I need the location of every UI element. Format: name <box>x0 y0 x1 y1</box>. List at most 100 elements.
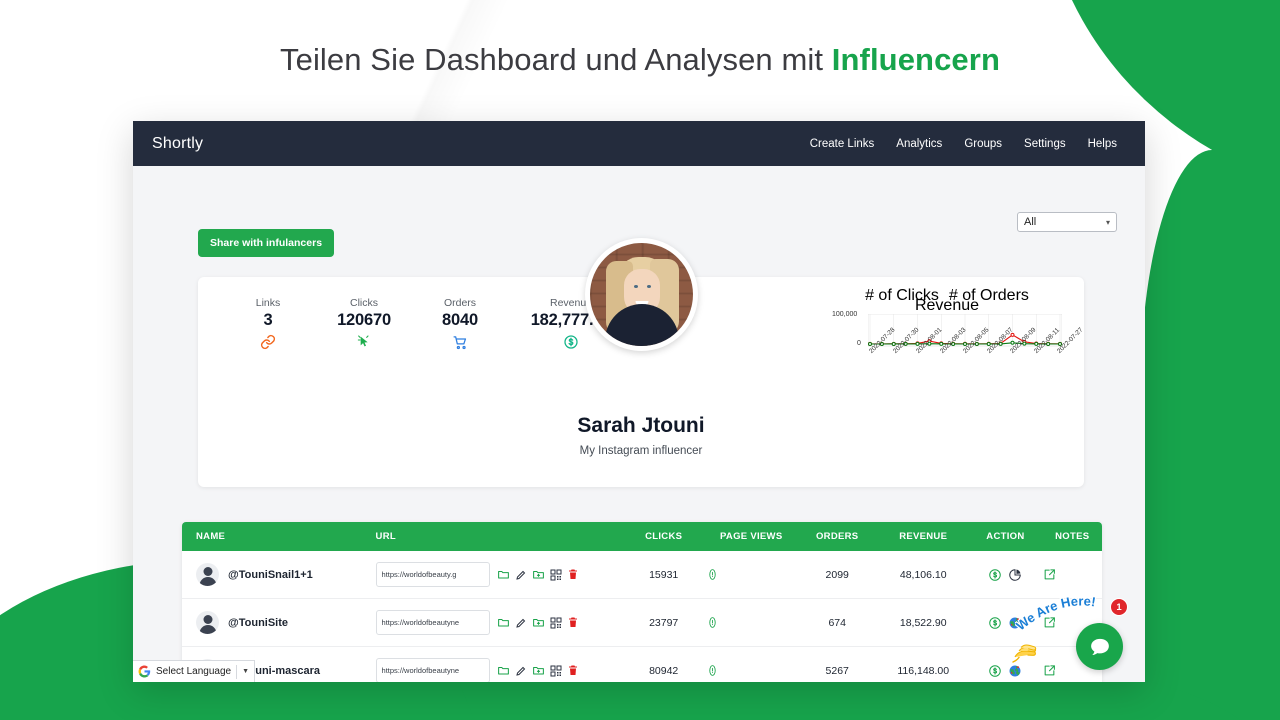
url-input[interactable]: https://worldofbeautyne <box>375 658 490 682</box>
cell-action <box>968 551 1043 599</box>
column-header-orders[interactable]: ORDERS <box>796 522 879 551</box>
folder-plus-icon[interactable] <box>532 616 545 629</box>
pencil-icon[interactable] <box>515 617 527 629</box>
chat-bubble-button[interactable] <box>1076 623 1123 670</box>
qr-code-icon[interactable] <box>550 665 562 677</box>
links-table-element: NAME URL CLICKS PAGE VIEWS ORDERS REVENU… <box>182 522 1102 682</box>
chat-unread-badge: 1 <box>1110 598 1128 616</box>
legend-item-revenue: Revenue <box>915 298 979 314</box>
page-views-icon[interactable] <box>706 664 796 677</box>
pencil-icon[interactable] <box>515 665 527 677</box>
stat-links-label: Links <box>255 297 281 309</box>
app-brand[interactable]: Shortly <box>152 135 203 153</box>
cell-url: https://worldofbeautyne <box>375 598 622 647</box>
nav-item-create-links[interactable]: Create Links <box>810 138 875 150</box>
page-title: Sarah Jtouni <box>577 414 705 437</box>
nav-item-groups[interactable]: Groups <box>964 138 1002 150</box>
cell-notes <box>1042 551 1102 599</box>
filter-select-value: All <box>1024 216 1037 228</box>
column-header-name[interactable]: NAME <box>182 522 376 551</box>
row-handle: @TouniSite <box>228 616 289 629</box>
app-body: Share with infulancers All ▾ Links 3 Cli… <box>133 166 1145 682</box>
table-header-row: NAME URL CLICKS PAGE VIEWS ORDERS REVENU… <box>182 522 1102 551</box>
folder-plus-icon[interactable] <box>532 568 545 581</box>
google-translate-widget[interactable]: Select Language ▼ <box>133 660 256 682</box>
pie-chart-icon[interactable] <box>1008 568 1022 582</box>
cell-revenue: 48,106.10 <box>878 551 969 599</box>
stat-clicks: Clicks 120670 <box>316 297 412 351</box>
url-input[interactable]: https://worldofbeautyne <box>375 610 490 635</box>
cart-icon <box>412 333 508 351</box>
column-header-revenue[interactable]: REVENUE <box>878 522 969 551</box>
folder-icon[interactable] <box>497 616 510 629</box>
chart-ytick-max: 100,000 <box>832 311 858 318</box>
avatar <box>196 611 219 634</box>
pointing-hand-icon <box>1012 644 1037 663</box>
trash-icon[interactable] <box>567 664 579 677</box>
chat-bubble-icon <box>1090 638 1109 655</box>
table-row[interactable]: @Jtouni-mascara https://worldofbeautyne 80… <box>182 646 1102 682</box>
row-handle: @TouniSnail1+1 <box>228 568 313 581</box>
folder-icon[interactable] <box>497 664 510 677</box>
table-row[interactable]: @TouniSnail1+1 https://worldofbeauty.g 159… <box>182 551 1102 599</box>
dollar-circle-icon[interactable] <box>988 568 1002 582</box>
nav-item-helps[interactable]: Helps <box>1088 138 1117 150</box>
dollar-circle-icon[interactable] <box>988 616 1002 630</box>
column-header-url[interactable]: URL <box>375 522 622 551</box>
cursor-icon <box>316 333 412 351</box>
page-views-icon[interactable] <box>706 568 796 581</box>
qr-code-icon[interactable] <box>550 569 562 581</box>
column-header-notes[interactable]: NOTES <box>1042 522 1102 551</box>
cell-page-views <box>706 646 797 682</box>
cell-orders: 2099 <box>796 551 879 599</box>
translate-caret-icon[interactable]: ▼ <box>242 668 249 675</box>
share-with-influencers-button[interactable]: Share with infulancers <box>198 229 335 257</box>
app-nav: Create Links Analytics Groups Settings H… <box>810 138 1117 150</box>
cell-url: https://worldofbeautyne <box>375 646 622 682</box>
cell-orders: 5267 <box>796 646 879 682</box>
link-icon <box>220 333 316 351</box>
chevron-down-icon: ▾ <box>1105 217 1110 227</box>
stat-clicks-label: Clicks <box>350 297 378 309</box>
profile-avatar <box>585 238 698 351</box>
column-header-action[interactable]: ACTION <box>968 522 1043 551</box>
page-root: Teilen Sie Dashboard und Analysen mit In… <box>0 0 1280 720</box>
stat-orders: Orders 8040 <box>412 297 508 351</box>
stat-orders-value: 8040 <box>442 311 478 329</box>
folder-plus-icon[interactable] <box>532 664 545 677</box>
translate-divider <box>236 664 238 679</box>
filter-select[interactable]: All ▾ <box>1017 212 1117 232</box>
nav-item-settings[interactable]: Settings <box>1024 138 1066 150</box>
profile-subtitle: My Instagram influencer <box>579 445 703 457</box>
stat-links: Links 3 <box>220 297 316 351</box>
chat-widget[interactable]: We Are Here! 1 <box>1007 594 1137 674</box>
edit-note-icon[interactable] <box>1043 568 1102 581</box>
column-header-clicks[interactable]: CLICKS <box>621 522 707 551</box>
stat-clicks-value: 120670 <box>337 311 391 329</box>
qr-code-icon[interactable] <box>550 617 562 629</box>
column-header-pageviews[interactable]: PAGE VIEWS <box>706 522 797 551</box>
chart-ytick-min: 0 <box>857 340 861 347</box>
trash-icon[interactable] <box>567 616 579 629</box>
cell-url: https://worldofbeauty.g <box>375 551 622 599</box>
cell-revenue: 18,522.90 <box>878 598 969 647</box>
pencil-icon[interactable] <box>515 569 527 581</box>
page-views-icon[interactable] <box>706 616 796 629</box>
nav-item-analytics[interactable]: Analytics <box>896 138 942 150</box>
cell-name: @TouniSnail1+1 <box>182 551 376 599</box>
links-table-body: @TouniSnail1+1 https://worldofbeauty.g 159… <box>182 551 1102 682</box>
table-row[interactable]: @TouniSite https://worldofbeautyne 23797 67… <box>182 598 1102 647</box>
dollar-circle-icon[interactable] <box>988 664 1002 678</box>
cell-clicks: 80942 <box>621 646 707 682</box>
legend-label-revenue: Revenue <box>914 297 980 314</box>
url-input[interactable]: https://worldofbeauty.g <box>375 562 490 587</box>
avatar <box>196 563 219 586</box>
stat-links-value: 3 <box>263 311 273 329</box>
cell-clicks: 15931 <box>621 551 707 599</box>
folder-icon[interactable] <box>497 568 510 581</box>
app-window: Shortly Create Links Analytics Groups Se… <box>133 121 1145 682</box>
cell-name: @TouniSite <box>182 598 376 647</box>
trash-icon[interactable] <box>567 568 579 581</box>
analytics-chart: # of Clicks # of Orders Revenue 100,000 … <box>832 288 1084 403</box>
decorative-blob-right <box>1140 150 1280 720</box>
